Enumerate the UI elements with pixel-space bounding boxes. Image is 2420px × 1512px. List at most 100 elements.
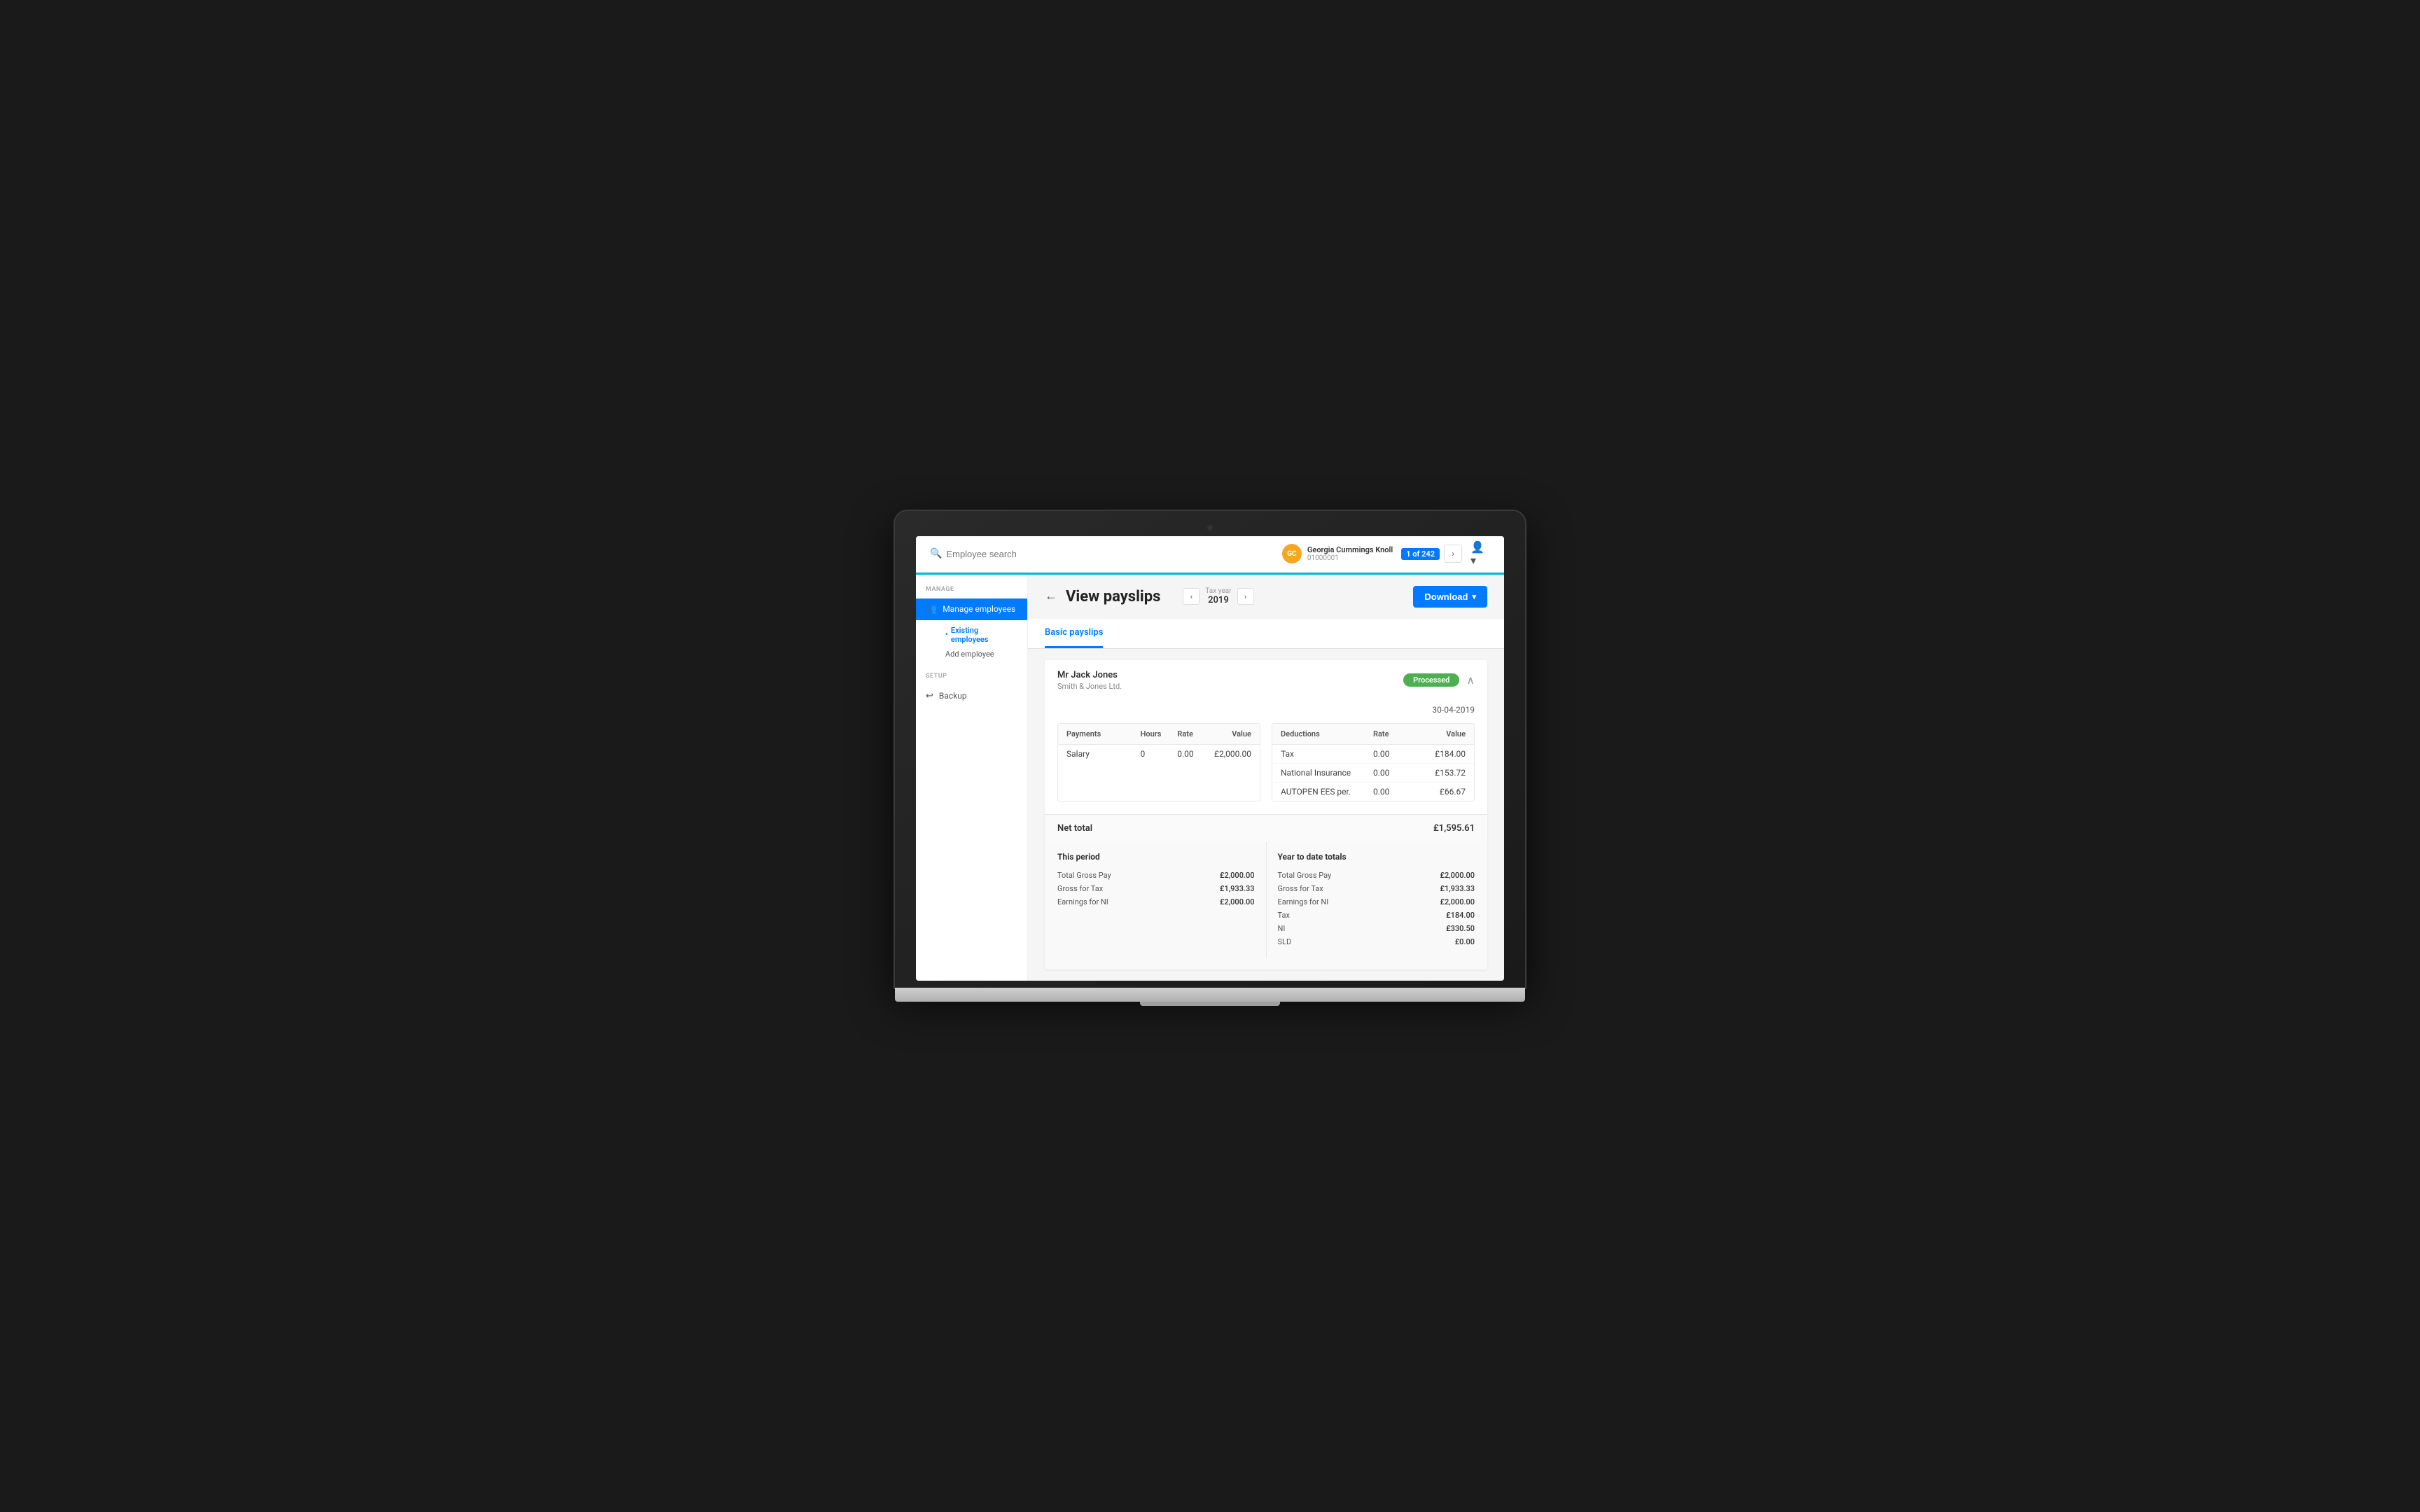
nav-next-button[interactable]: › (1444, 545, 1462, 563)
ded-auto-name: AUTOPEN EES per. (1281, 787, 1373, 797)
summary-section: This period Total Gross Pay £2,000.00 Gr… (1045, 842, 1487, 969)
deductions-table: Deductions Rate Value Tax 0.00 £184.00 (1272, 723, 1475, 802)
ded-ni-name: National Insurance (1281, 768, 1373, 778)
ytd-label: Gross for Tax (1278, 884, 1323, 893)
nav-controls: 1 of 242 › (1401, 545, 1462, 563)
deductions-header: Deductions Rate Value (1272, 724, 1474, 745)
ytd-summary: Year to date totals Total Gross Pay £2,0… (1278, 842, 1475, 958)
employee-info: Georgia Cummings Knoll 01000001 (1307, 545, 1393, 562)
ytd-row-sld: SLD £0.00 (1278, 935, 1475, 948)
setup-section-label: SETUP (916, 673, 1027, 685)
payslip-tables: Payments Hours Rate Value Salary 0 (1057, 723, 1475, 802)
ded-ni-rate: 0.00 (1373, 768, 1419, 778)
ytd-title: Year to date totals (1278, 852, 1475, 862)
this-period-summary: This period Total Gross Pay £2,000.00 Gr… (1057, 842, 1267, 958)
user-icon: 👤 ▾ (1470, 540, 1490, 567)
payslip-employee-name: Mr Jack Jones (1057, 670, 1122, 680)
col-value: Value (1214, 729, 1251, 738)
payslip-date: 30-04-2019 (1045, 701, 1487, 723)
col-deductions: Deductions (1281, 729, 1373, 738)
col-ded-value: Value (1419, 729, 1466, 738)
summary-value: £1,933.33 (1220, 884, 1255, 893)
tax-year-label: Tax year (1205, 587, 1231, 595)
col-payments: Payments (1066, 729, 1141, 738)
main-layout: MANAGE 👥 Manage employees Existing emplo… (916, 575, 1504, 981)
content-area: ← View payslips ‹ Tax year 2019 › (1028, 575, 1504, 981)
ytd-row-tgp: Total Gross Pay £2,000.00 (1278, 869, 1475, 882)
page-title: View payslips (1066, 588, 1160, 606)
avatar: GC (1282, 544, 1302, 564)
top-bar: 🔍 GC Georgia Cummings Knoll 01000001 (916, 536, 1504, 573)
payment-row-salary: Salary 0 0.00 £2,000.00 (1058, 745, 1260, 763)
summary-value: £2,000.00 (1220, 897, 1255, 906)
payment-rate: 0.00 (1177, 749, 1214, 759)
tax-year-control: ‹ Tax year 2019 › (1183, 587, 1253, 606)
laptop-camera (1207, 525, 1213, 531)
sidebar-item-existing-employees[interactable]: Existing employees (936, 623, 1027, 647)
payslip-company: Smith & Jones Ltd. (1057, 682, 1122, 691)
ded-tax-name: Tax (1281, 749, 1373, 759)
ytd-value: £1,933.33 (1440, 884, 1475, 893)
sidebar-item-label: Manage employees (943, 604, 1015, 614)
add-employee-label: Add employee (945, 650, 994, 659)
deduction-row-ni: National Insurance 0.00 £153.72 (1272, 764, 1474, 783)
payslip-tables-wrapper: Payments Hours Rate Value Salary 0 (1045, 723, 1487, 814)
payslip-header-right: Processed ∧ (1403, 673, 1475, 687)
payment-hours: 0 (1141, 749, 1178, 759)
payments-table: Payments Hours Rate Value Salary 0 (1057, 723, 1260, 802)
col-ded-rate: Rate (1373, 729, 1419, 738)
ytd-row-tax: Tax £184.00 (1278, 909, 1475, 922)
col-rate: Rate (1177, 729, 1214, 738)
back-button[interactable]: ← (1045, 590, 1057, 603)
ytd-label: NI (1278, 924, 1286, 933)
ytd-value: £330.50 (1446, 924, 1475, 933)
col-hours: Hours (1141, 729, 1178, 738)
backup-icon: ↩ (926, 691, 933, 701)
manage-employees-icon: 👥 (926, 604, 937, 615)
tabs-bar: Basic payslips (1028, 619, 1504, 649)
laptop-base (895, 988, 1525, 1002)
sidebar-item-manage-employees[interactable]: 👥 Manage employees (916, 598, 1027, 620)
ded-auto-value: £66.67 (1419, 787, 1466, 797)
search-input[interactable] (946, 549, 1086, 559)
year-prev-button[interactable]: ‹ (1183, 588, 1199, 605)
download-label: Download (1424, 592, 1468, 602)
sidebar-item-backup[interactable]: ↩ Backup (916, 685, 1027, 707)
ytd-label: Earnings for NI (1278, 897, 1329, 906)
collapse-button[interactable]: ∧ (1466, 673, 1475, 687)
payment-value: £2,000.00 (1214, 749, 1251, 759)
existing-employees-label: Existing employees (951, 626, 1017, 644)
manage-section-label: MANAGE (916, 586, 1027, 598)
user-menu-button[interactable]: 👤 ▾ (1470, 544, 1490, 564)
summary-label: Gross for Tax (1057, 884, 1103, 893)
download-arrow-icon: ▾ (1472, 592, 1476, 601)
ytd-value: £184.00 (1446, 911, 1475, 920)
screen-bezel: 🔍 GC Georgia Cummings Knoll 01000001 (895, 511, 1525, 988)
ytd-row-eni: Earnings for NI £2,000.00 (1278, 895, 1475, 909)
backup-label: Backup (939, 691, 967, 701)
summary-row-tgp: Total Gross Pay £2,000.00 (1057, 869, 1255, 882)
ytd-value: £2,000.00 (1440, 871, 1475, 880)
net-total-label: Net total (1057, 823, 1092, 834)
ytd-label: SLD (1278, 937, 1292, 946)
tax-year-value: 2019 (1208, 595, 1229, 606)
deduction-row-tax: Tax 0.00 £184.00 (1272, 745, 1474, 764)
download-button[interactable]: Download ▾ (1413, 586, 1487, 608)
summary-row-eni: Earnings for NI £2,000.00 (1057, 895, 1255, 909)
net-total-bar: Net total £1,595.61 (1045, 814, 1487, 842)
search-icon: 🔍 (930, 548, 942, 559)
summary-row-gft: Gross for Tax £1,933.33 (1057, 882, 1255, 895)
employee-badge: GC Georgia Cummings Knoll 01000001 (1282, 544, 1393, 564)
search-area: 🔍 (930, 548, 1274, 559)
this-period-title: This period (1057, 852, 1255, 862)
ded-tax-rate: 0.00 (1373, 749, 1419, 759)
ytd-row-ni: NI £330.50 (1278, 922, 1475, 935)
payslip-card: Mr Jack Jones Smith & Jones Ltd. Process… (1045, 660, 1487, 969)
employee-name: Georgia Cummings Knoll (1307, 545, 1393, 554)
tab-basic-payslips[interactable]: Basic payslips (1045, 619, 1103, 648)
summary-label: Earnings for NI (1057, 897, 1108, 906)
year-next-button[interactable]: › (1237, 588, 1254, 605)
laptop-screen: 🔍 GC Georgia Cummings Knoll 01000001 (916, 536, 1504, 981)
sidebar-item-add-employee[interactable]: Add employee (936, 647, 1027, 662)
sidebar: MANAGE 👥 Manage employees Existing emplo… (916, 575, 1028, 981)
